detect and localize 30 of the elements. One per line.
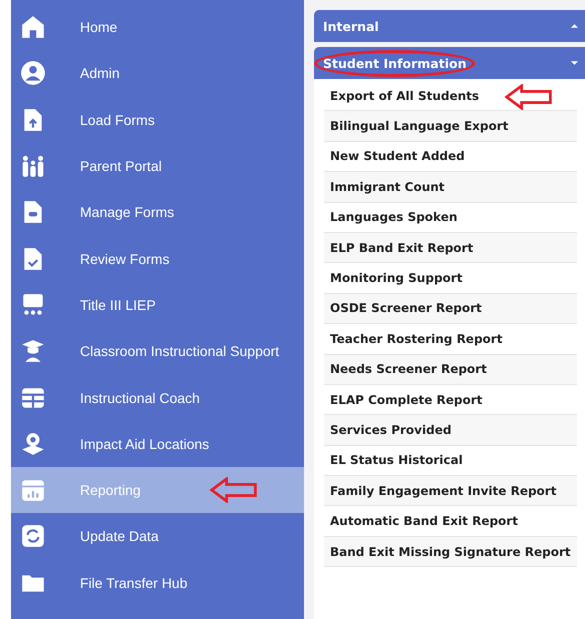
refresh-icon bbox=[20, 523, 46, 550]
sidebar-item[interactable]: Load Forms bbox=[11, 96, 304, 143]
user-icon bbox=[20, 60, 46, 86]
sidebar-item[interactable]: Parent Portal bbox=[11, 142, 304, 190]
sidebar-item[interactable]: Review Forms bbox=[11, 235, 304, 282]
sidebar-item[interactable]: Update Data bbox=[11, 513, 304, 560]
report-link[interactable]: Bilingual Language Export bbox=[324, 111, 577, 142]
report-link[interactable]: Needs Screener Report bbox=[324, 354, 577, 385]
sidebar-item[interactable]: Home bbox=[11, 4, 304, 50]
sidebar-item[interactable]: Classroom Instructional Support bbox=[11, 328, 304, 374]
report-link[interactable]: OSDE Screener Report bbox=[324, 294, 577, 324]
home-icon bbox=[20, 14, 46, 40]
section-header[interactable]: Student Information bbox=[314, 47, 585, 79]
family-icon bbox=[20, 153, 46, 180]
caret-up-icon bbox=[570, 23, 579, 29]
sidebar-item[interactable]: Instructional Coach bbox=[11, 374, 304, 421]
report-link[interactable]: Band Exit Missing Signature Report bbox=[324, 536, 577, 568]
sidebar-item[interactable]: File Transfer Hub bbox=[11, 560, 304, 606]
sidebar-item[interactable]: Manage Forms bbox=[11, 189, 304, 236]
caret-down-icon bbox=[570, 60, 579, 66]
report-link[interactable]: Family Engagement Invite Report bbox=[324, 476, 577, 506]
report-link[interactable]: Immigrant Count bbox=[324, 172, 577, 203]
sidebar-item[interactable]: Impact Aid Locations bbox=[11, 420, 304, 467]
sidebar-item[interactable]: Admin bbox=[11, 50, 304, 97]
report-link[interactable]: ELP Band Exit Report bbox=[324, 232, 577, 264]
section-header[interactable]: Internal bbox=[314, 10, 585, 42]
location-pin-icon bbox=[20, 430, 46, 457]
graduate-icon bbox=[20, 338, 46, 364]
sidebar-item[interactable]: Title III LIEP bbox=[11, 282, 304, 328]
report-link[interactable]: Services Provided bbox=[324, 415, 577, 446]
